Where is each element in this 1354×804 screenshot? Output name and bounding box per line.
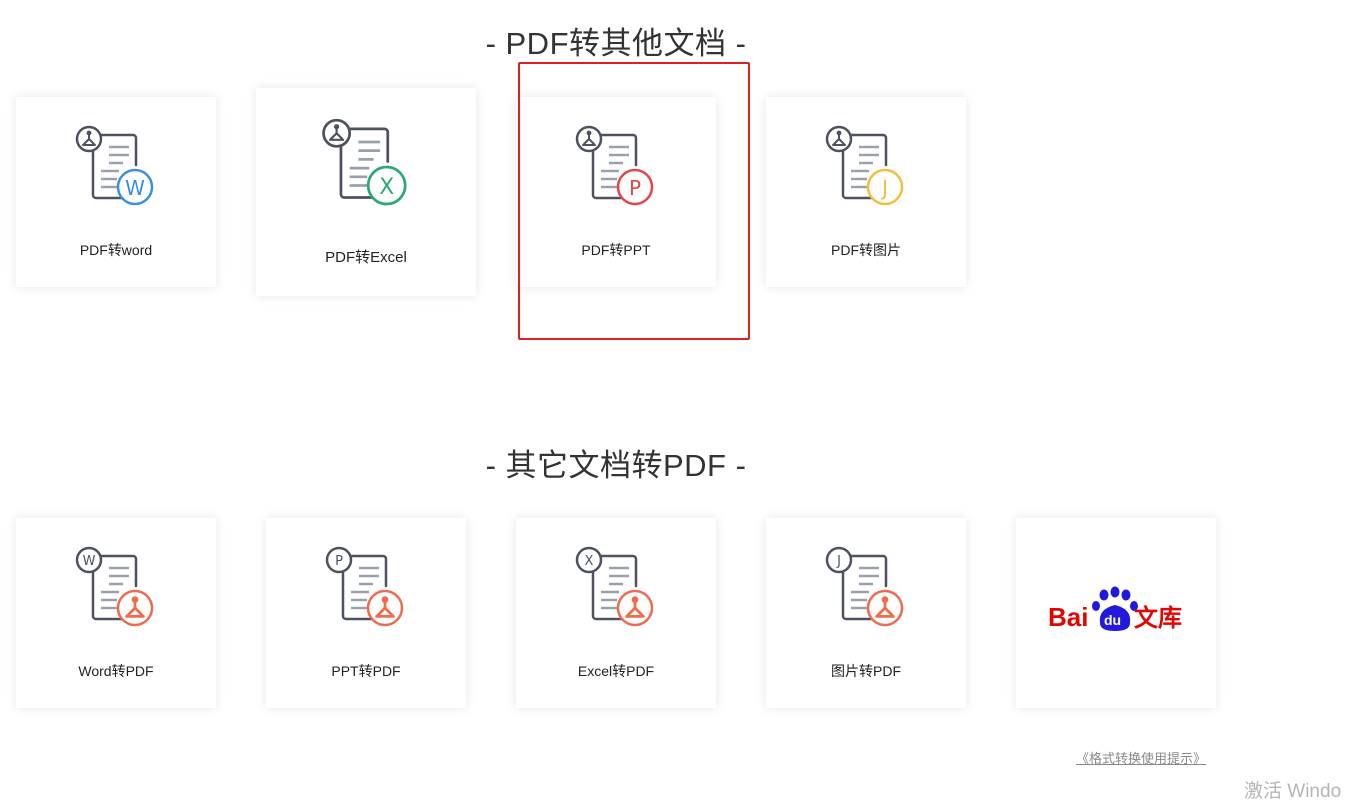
- svg-text:P: P: [629, 176, 641, 200]
- pdf-to-ppt-icon: P: [571, 125, 661, 215]
- pdf-to-excel-icon: X: [317, 118, 415, 216]
- svg-text:X: X: [379, 175, 394, 200]
- section-title-pdf-to-other: - PDF转其他文档 -: [485, 26, 747, 61]
- format-conversion-tips-link[interactable]: 《格式转换使用提示》: [1076, 748, 1206, 767]
- pdf-to-image-icon: J: [821, 125, 911, 215]
- image-to-pdf-icon: J: [821, 546, 911, 636]
- card-pdf-to-word[interactable]: W PDF转word: [16, 97, 216, 287]
- section-title-other-to-pdf: - 其它文档转PDF -: [485, 448, 747, 483]
- card-pdf-to-ppt[interactable]: P PDF转PPT: [516, 97, 716, 287]
- card-excel-to-pdf[interactable]: X Excel转PDF: [516, 518, 716, 708]
- card-label: PDF转Excel: [325, 249, 407, 266]
- word-to-pdf-icon: W: [71, 546, 161, 636]
- card-label: PDF转图片: [831, 242, 901, 258]
- card-label: Word转PDF: [78, 663, 154, 679]
- card-label: PDF转word: [79, 242, 153, 258]
- pdf-to-word-icon: W: [71, 125, 161, 215]
- logo-text-du: du: [1104, 612, 1121, 628]
- card-label: Excel转PDF: [577, 663, 655, 679]
- excel-to-pdf-icon: X: [571, 546, 661, 636]
- card-pdf-to-excel[interactable]: X PDF转Excel: [256, 88, 476, 296]
- activate-windows-watermark: 激活 Windo: [1244, 781, 1342, 802]
- svg-text:W: W: [125, 176, 145, 200]
- card-pdf-to-image[interactable]: J PDF转图片: [766, 97, 966, 287]
- svg-text:P: P: [335, 554, 343, 569]
- card-baidu-wenku[interactable]: Bai du 文库: [1016, 518, 1216, 708]
- svg-text:W: W: [83, 554, 96, 569]
- card-image-to-pdf[interactable]: J 图片转PDF: [766, 518, 966, 708]
- svg-text:X: X: [585, 554, 594, 569]
- baidu-wenku-logo: Bai du 文库: [1048, 586, 1182, 632]
- card-label: PDF转PPT: [581, 242, 651, 258]
- ppt-to-pdf-icon: P: [321, 546, 411, 636]
- card-ppt-to-pdf[interactable]: P PPT转PDF: [266, 518, 466, 708]
- svg-text:J: J: [880, 176, 888, 200]
- card-label: PPT转PDF: [331, 663, 401, 679]
- svg-text:J: J: [836, 554, 841, 569]
- logo-text-bai: Bai: [1048, 602, 1088, 632]
- card-label: 图片转PDF: [831, 663, 901, 679]
- logo-text-wenku: 文库: [1134, 604, 1182, 632]
- card-word-to-pdf[interactable]: W Word转PDF: [16, 518, 216, 708]
